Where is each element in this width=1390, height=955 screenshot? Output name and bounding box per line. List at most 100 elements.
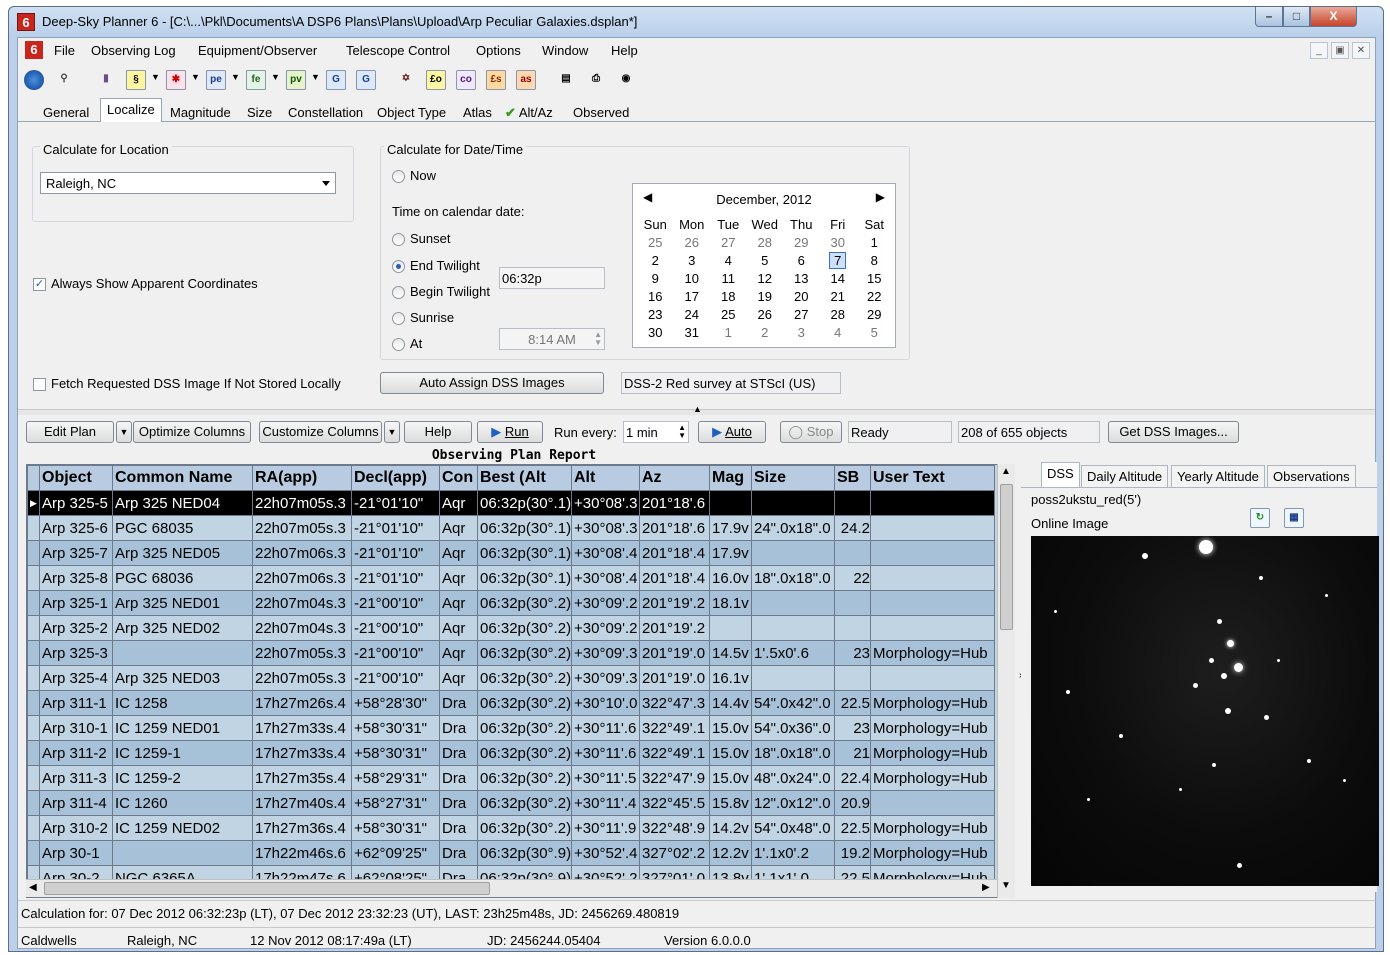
at-radio[interactable] [392,338,405,351]
calendar-day[interactable]: 13 [783,270,820,288]
scroll-up-icon[interactable]: ▲ [1001,466,1011,477]
calendar-day[interactable]: 29 [856,305,893,323]
calendar-day[interactable]: 6 [783,252,820,270]
run-button[interactable]: ▶ Run [477,421,543,443]
row-selector[interactable] [27,565,40,591]
calendar-day[interactable]: 3 [674,252,711,270]
column-header-decl[interactable]: Decl(app) [351,465,440,491]
location-select[interactable]: Raleigh, NC [40,172,336,194]
chevron-down-icon[interactable]: ▼ [191,72,200,82]
image2-icon[interactable]: G [356,70,376,90]
customize-dropdown[interactable]: ▼ [384,421,400,443]
binoculars-icon[interactable]: ◉ [616,70,636,90]
tab-alt-az[interactable]: ✔ Alt/Az [498,101,560,122]
row-selector[interactable]: ▶ [27,490,40,516]
observing-plan-grid[interactable]: Object Common Name RA(app) Decl(app) Con… [26,464,1008,898]
table-row[interactable]: Arp 310-2 IC 1259 NED02 17h27m36s.4 +58°30'… [27,815,995,841]
table-row[interactable]: Arp 325-6 PGC 68035 22h07m05s.3 -21°01'10" A… [27,515,995,541]
row-selector[interactable] [27,815,40,841]
chevron-up-icon[interactable]: ▲ [693,404,702,414]
row-selector[interactable] [27,540,40,566]
menu-file[interactable]: File [54,43,75,58]
close-button[interactable]: X [1310,7,1357,27]
tab-atlas[interactable]: Atlas [456,101,499,122]
calendar-day[interactable]: 28 [820,305,857,323]
scroll-left-icon[interactable]: ◀ [29,882,37,893]
calendar-day[interactable]: 17 [674,288,711,306]
calendar-day[interactable]: 15 [856,270,893,288]
tab-magnitude[interactable]: Magnitude [163,101,238,122]
row-selector[interactable] [27,740,40,766]
edit-plan-dropdown[interactable]: ▼ [116,421,132,443]
column-header-alt[interactable]: Alt [571,465,640,491]
table-row[interactable]: Arp 325-1 Arp 325 NED01 22h07m04s.3 -21°00'… [27,590,995,616]
optimize-columns-button[interactable]: Optimize Columns [133,421,251,443]
pe-tool-button[interactable]: pe [206,70,226,90]
tab-object-type[interactable]: Object Type [370,101,453,122]
calendar-day[interactable]: 1 [856,234,893,252]
hscroll-thumb[interactable] [44,882,490,895]
calendar-day[interactable]: 23 [637,305,674,323]
calendar-day[interactable]: 5 [856,323,893,341]
run-every-field[interactable]: 1 min ▲ ▼ [623,421,689,443]
book-icon[interactable]: ▮ [96,70,116,90]
column-header-ra[interactable]: RA(app) [252,465,352,491]
help-button[interactable]: Help [404,421,472,443]
table-row[interactable]: Arp 311-2 IC 1259-1 17h27m33s.4 +58°30'31" D… [27,740,995,766]
chevron-down-icon[interactable]: ▼ [151,72,160,82]
calendar-day[interactable]: 5 [747,252,784,270]
scroll-right-icon[interactable]: ▶ [982,882,990,893]
globe-icon[interactable] [24,70,44,90]
calendar-day[interactable]: 4 [820,323,857,341]
tab-size[interactable]: Size [240,101,279,122]
at-time-field[interactable]: 8:14 AM ▲ ▼ [499,328,605,350]
column-header-common-name[interactable]: Common Name [112,465,253,491]
panel-splitter[interactable]: ▲ [18,404,1375,415]
calendar[interactable]: ◀ December, 2012 ▶ Sun Mon Tue Wed Thu F… [632,183,896,348]
row-selector[interactable] [27,515,40,541]
tab-observations[interactable]: Observations [1267,465,1356,487]
spin-icon[interactable]: ▲ ▼ [678,424,686,440]
calendar-day[interactable]: 8 [856,252,893,270]
table-row[interactable]: Arp 310-1 IC 1259 NED01 17h27m33s.4 +58°30'… [27,715,995,741]
grid-horizontal-scrollbar[interactable]: ◀ ▶ [26,879,997,897]
customize-columns-button[interactable]: Customize Columns [259,421,382,443]
chevron-down-icon[interactable]: ▼ [311,72,320,82]
calendar-day[interactable]: 7 [820,252,857,270]
calendar-day[interactable]: 21 [820,288,857,306]
stop-button[interactable]: ◯ Stop [780,421,842,443]
dss-sky-image[interactable] [1031,536,1379,886]
row-selector[interactable] [27,765,40,791]
column-header-object[interactable]: Object [39,465,113,491]
as-tool-button[interactable]: as [516,70,536,90]
tab-daily-altitude[interactable]: Daily Altitude [1081,465,1169,487]
chevron-down-icon[interactable]: ▼ [231,72,240,82]
fe-tool-button[interactable]: fe [246,70,266,90]
column-header-size[interactable]: Size [751,465,835,491]
calendar-day[interactable]: 27 [710,234,747,252]
document-icon[interactable]: ▤ [556,70,576,90]
calendar-day[interactable]: 24 [674,305,711,323]
row-selector[interactable] [27,840,40,866]
begin-twilight-radio[interactable] [392,286,405,299]
row-selector[interactable] [27,790,40,816]
satellite-icon[interactable]: ✡ [396,70,416,90]
table-row[interactable]: ▶ Arp 325-5 Arp 325 NED04 22h07m05s.3 -21°01… [27,490,995,516]
calendar-day[interactable]: 2 [637,252,674,270]
scroll-thumb[interactable] [1000,484,1013,630]
grid-vertical-scrollbar[interactable]: ▲ ▼ [997,464,1015,898]
calendar-day[interactable]: 18 [710,288,747,306]
column-header-user-text[interactable]: User Text [870,465,995,491]
tab-observed[interactable]: Observed [566,101,636,122]
menu-window[interactable]: Window [542,43,588,58]
minimize-button[interactable]: – [1255,7,1283,27]
calendar-day[interactable]: 14 [820,270,857,288]
mdi-close-button[interactable]: ✕ [1352,42,1370,59]
table-row[interactable]: Arp 30-1 17h22m46s.6 +62°09'25" Dra 06:32p(3… [27,840,995,866]
calendar-day[interactable]: 25 [637,234,674,252]
print-icon[interactable]: ⎙ [586,70,606,90]
table-row[interactable]: Arp 311-1 IC 1258 17h27m26s.4 +58°28'30" Dra… [27,690,995,716]
now-radio[interactable] [392,170,405,183]
auto-assign-dss-button[interactable]: Auto Assign DSS Images [380,372,604,394]
row-selector[interactable] [27,640,40,666]
